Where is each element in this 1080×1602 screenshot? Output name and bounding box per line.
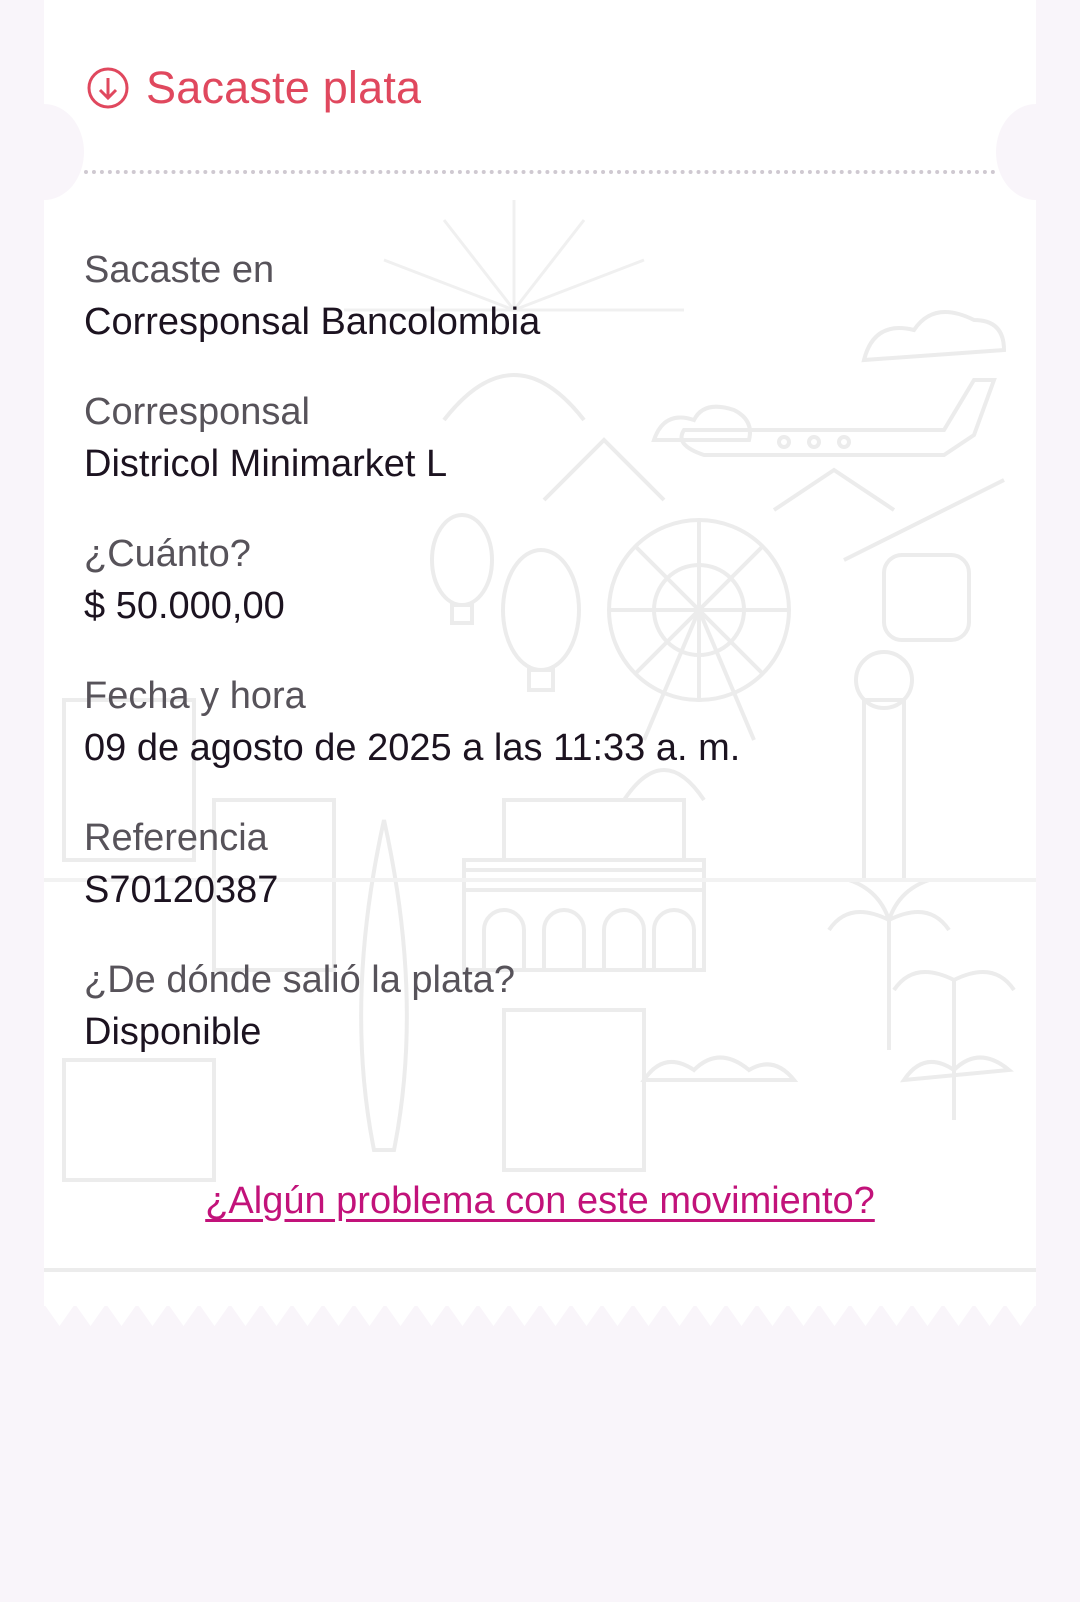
detail-source-of-funds: ¿De dónde salió la plata? Disponible	[84, 954, 984, 1058]
movement-header: Sacaste plata	[86, 62, 421, 114]
detail-value: Districol Minimarket L	[84, 443, 448, 485]
detail-label: Sacaste en	[84, 249, 275, 291]
detail-label: Fecha y hora	[84, 675, 306, 717]
detail-correspondent: Corresponsal Districol Minimarket L	[84, 386, 984, 490]
ticket-notch-left	[4, 104, 84, 200]
detail-label: Corresponsal	[84, 391, 310, 433]
dotted-divider	[84, 170, 996, 174]
movement-details: Sacaste en Corresponsal Bancolombia Corr…	[84, 244, 984, 1096]
movement-title: Sacaste plata	[146, 62, 422, 113]
detail-label: Referencia	[84, 817, 268, 859]
detail-amount: ¿Cuánto? $ 50.000,00	[84, 528, 984, 632]
detail-reference: Referencia S70120387	[84, 812, 984, 916]
detail-label: ¿De dónde salió la plata?	[84, 959, 515, 1001]
detail-value: Disponible	[84, 1011, 262, 1053]
detail-date-time: Fecha y hora 09 de agosto de 2025 a las …	[84, 670, 984, 774]
ticket-notch-right	[996, 104, 1076, 200]
detail-withdrew-at: Sacaste en Corresponsal Bancolombia	[84, 244, 984, 348]
ticket-zigzag-edge	[44, 1304, 1036, 1326]
detail-value: S70120387	[84, 869, 279, 911]
arrow-down-circle-icon	[87, 67, 129, 109]
receipt-card: Sacaste plata Sacaste en Corresponsal Ba…	[4, 0, 1076, 1326]
detail-value: 09 de agosto de 2025 a las 11:33 a. m.	[84, 727, 741, 769]
report-problem-link[interactable]: ¿Algún problema con este movimiento?	[44, 1180, 1036, 1223]
detail-value: $ 50.000,00	[84, 585, 285, 627]
detail-label: ¿Cuánto?	[84, 533, 251, 575]
detail-value: Corresponsal Bancolombia	[84, 301, 541, 343]
